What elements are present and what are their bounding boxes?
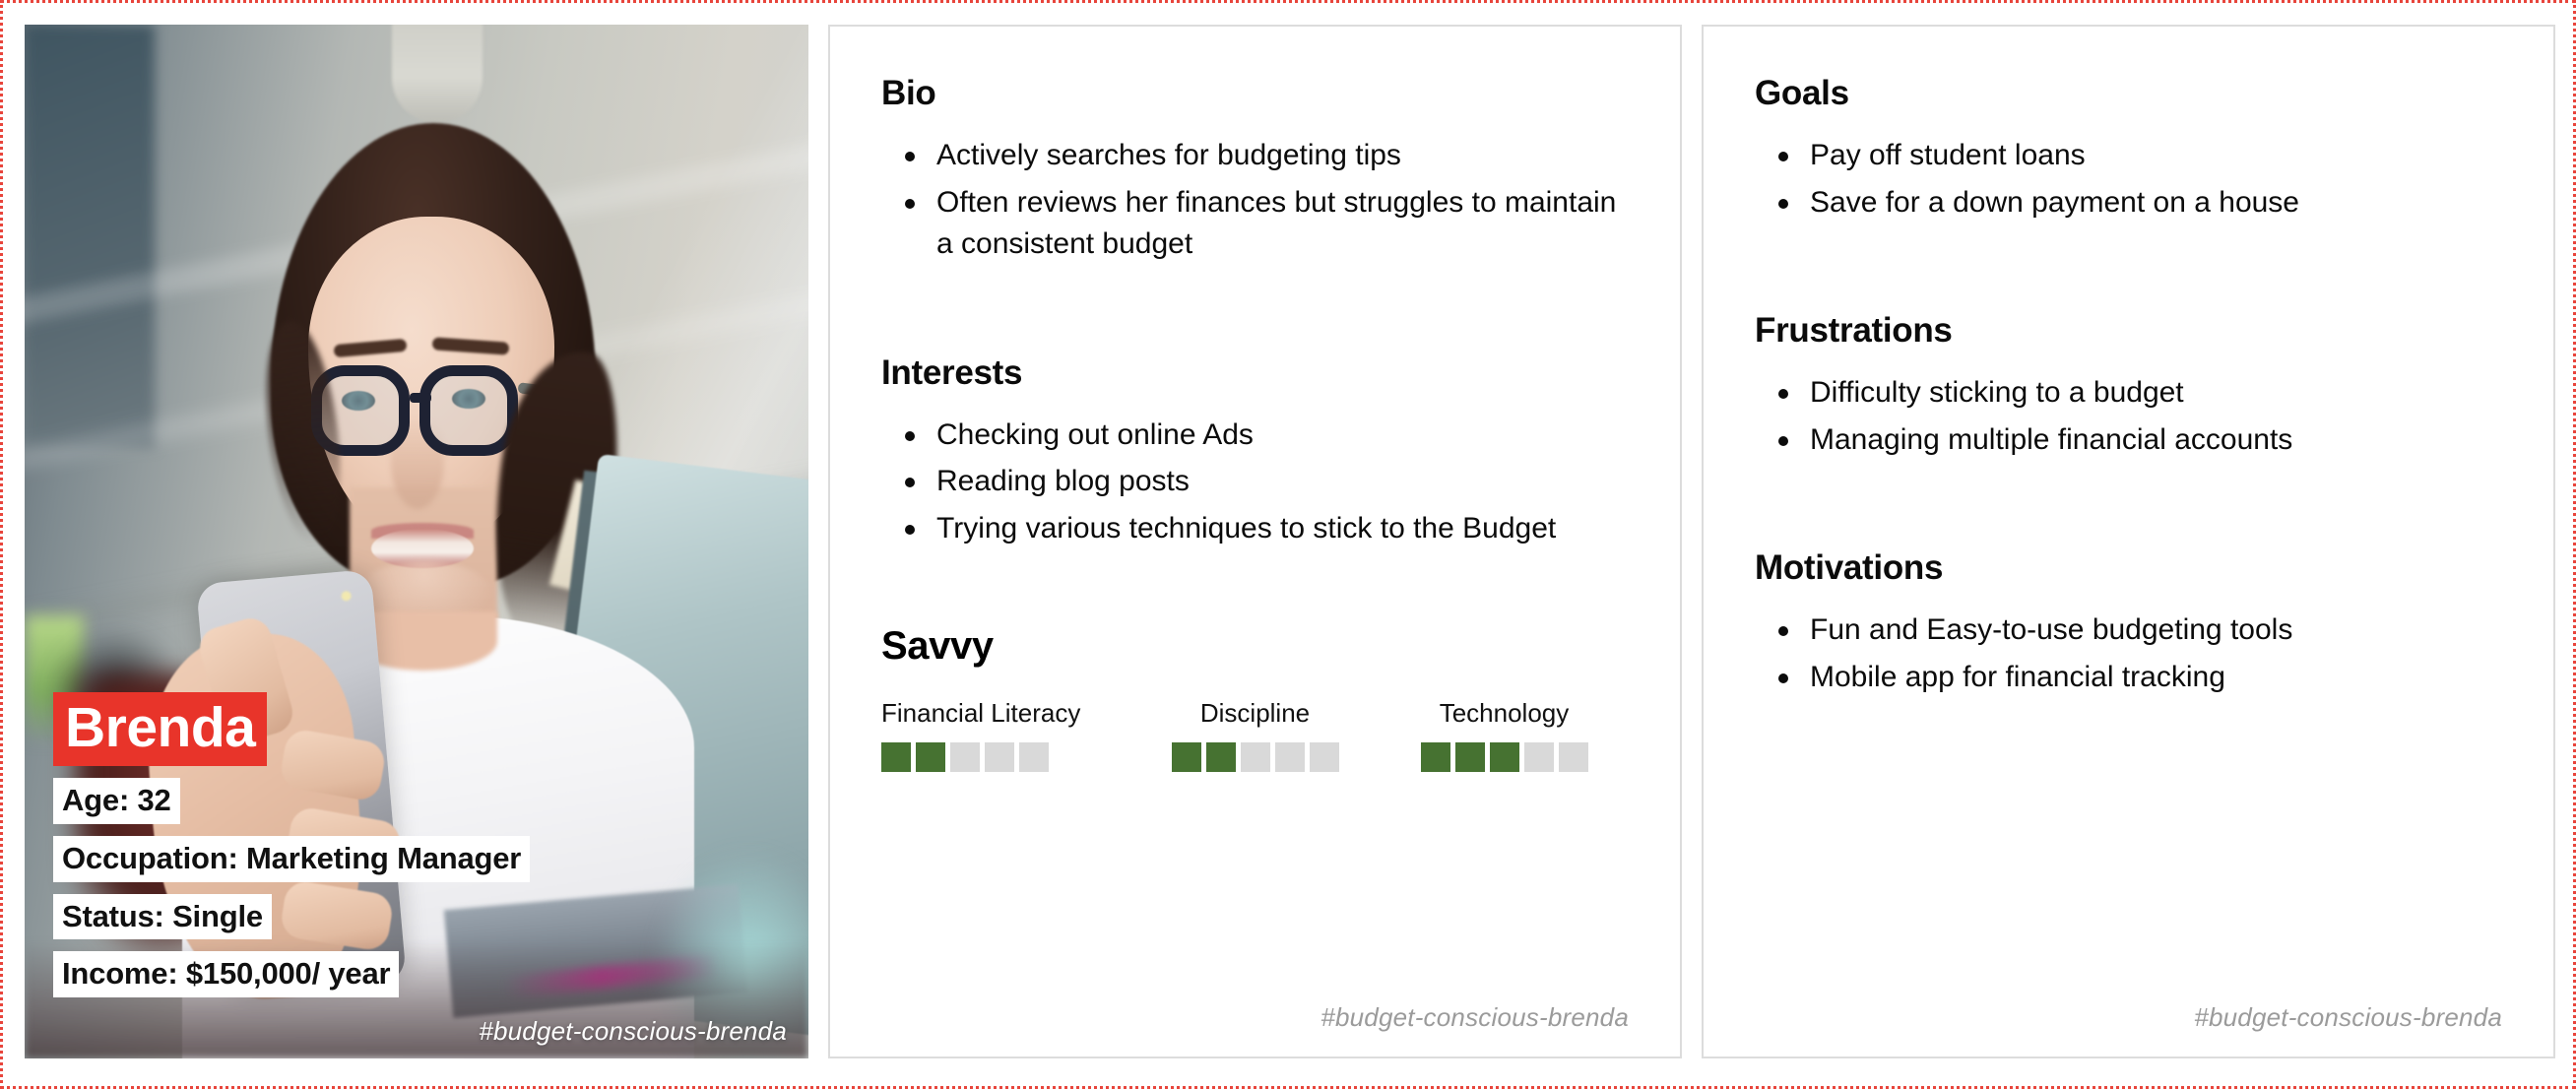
savvy-metric-technology: Technology bbox=[1380, 698, 1629, 772]
persona-status: Status: Single bbox=[53, 893, 272, 940]
interests-section: Interests Checking out online Ads Readin… bbox=[881, 353, 1629, 555]
frustrations-list: Difficulty sticking to a budget Managing… bbox=[1755, 372, 2502, 461]
bio-section: Bio Actively searches for budgeting tips… bbox=[881, 74, 1629, 271]
meter-pip-filled bbox=[1171, 741, 1201, 772]
meter-pip-filled bbox=[881, 741, 911, 772]
meter-pip-empty bbox=[1558, 741, 1588, 772]
list-item: Often reviews her finances but struggles… bbox=[881, 182, 1629, 266]
list-item: Pay off student loans bbox=[1755, 135, 2502, 177]
persona-photo-panel: Brenda Age: 32 Occupation: Marketing Man… bbox=[25, 25, 808, 1058]
persona-board: Brenda Age: 32 Occupation: Marketing Man… bbox=[0, 0, 2576, 1089]
bio-list: Actively searches for budgeting tips Oft… bbox=[881, 135, 1629, 266]
meter-pip-empty bbox=[950, 741, 980, 772]
smartphone-glint bbox=[341, 590, 353, 602]
ceiling-lamp bbox=[392, 25, 483, 123]
interests-list: Checking out online Ads Reading blog pos… bbox=[881, 415, 1629, 550]
card-hashtag: #budget-conscious-brenda bbox=[1320, 1002, 1629, 1032]
photo-hashtag: #budget-conscious-brenda bbox=[479, 1016, 787, 1046]
savvy-meter bbox=[881, 741, 1049, 772]
photo-wall-panel bbox=[25, 25, 155, 448]
goals-title: Goals bbox=[1755, 74, 1849, 112]
meter-pip-empty bbox=[985, 741, 1014, 772]
meter-pip-empty bbox=[1523, 741, 1554, 772]
list-item: Trying various techniques to stick to th… bbox=[881, 508, 1629, 550]
list-item: Difficulty sticking to a budget bbox=[1755, 372, 2502, 415]
persona-income: Income: $150,000/ year bbox=[53, 951, 400, 997]
savvy-metric-financial-literacy: Financial Literacy bbox=[881, 698, 1130, 772]
savvy-meters: Financial Literacy Discipline Technology bbox=[881, 698, 1629, 772]
list-item: Fun and Easy-to-use budgeting tools bbox=[1755, 609, 2502, 652]
goals-frustrations-motivations-card: Goals Pay off student loans Save for a d… bbox=[1702, 25, 2555, 1058]
persona-age: Age: 32 bbox=[53, 778, 180, 825]
meter-pip-filled bbox=[1420, 741, 1450, 772]
persona-name: Brenda bbox=[53, 691, 268, 767]
eyeglasses-lens-right bbox=[419, 365, 518, 456]
list-item: Checking out online Ads bbox=[881, 415, 1629, 457]
list-item: Mobile app for financial tracking bbox=[1755, 657, 2502, 699]
meter-pip-filled bbox=[1205, 741, 1236, 772]
list-item: Reading blog posts bbox=[881, 461, 1629, 503]
meter-pip-empty bbox=[1019, 741, 1049, 772]
meter-pip-filled bbox=[916, 741, 945, 772]
meter-pip-empty bbox=[1240, 741, 1270, 772]
motivations-section: Motivations Fun and Easy-to-use budgetin… bbox=[1755, 548, 2502, 703]
savvy-section: Savvy Financial Literacy Discipline Tech… bbox=[881, 624, 1629, 772]
goals-section: Goals Pay off student loans Save for a d… bbox=[1755, 74, 2502, 228]
savvy-metric-label: Technology bbox=[1439, 697, 1570, 728]
meter-pip-filled bbox=[1489, 741, 1519, 772]
list-item: Save for a down payment on a house bbox=[1755, 182, 2502, 224]
persona-identity-overlay: Brenda Age: 32 Occupation: Marketing Man… bbox=[53, 691, 531, 997]
frustrations-title: Frustrations bbox=[1755, 311, 1953, 351]
meter-pip-empty bbox=[1309, 741, 1339, 772]
persona-occupation: Occupation: Marketing Manager bbox=[53, 836, 531, 882]
savvy-meter bbox=[1420, 741, 1588, 772]
bio-title: Bio bbox=[881, 74, 936, 112]
goals-list: Pay off student loans Save for a down pa… bbox=[1755, 135, 2502, 224]
savvy-title: Savvy bbox=[881, 623, 994, 668]
savvy-metric-discipline: Discipline bbox=[1130, 698, 1380, 772]
savvy-metric-label: Financial Literacy bbox=[881, 697, 1081, 728]
meter-pip-filled bbox=[1454, 741, 1485, 772]
card-hashtag: #budget-conscious-brenda bbox=[2194, 1002, 2502, 1032]
bio-interests-savvy-card: Bio Actively searches for budgeting tips… bbox=[828, 25, 1682, 1058]
eyeglasses-bridge bbox=[410, 393, 431, 403]
list-item: Managing multiple financial accounts bbox=[1755, 419, 2502, 462]
motivations-title: Motivations bbox=[1755, 548, 1944, 588]
interests-title: Interests bbox=[881, 352, 1023, 392]
motivations-list: Fun and Easy-to-use budgeting tools Mobi… bbox=[1755, 609, 2502, 698]
meter-pip-empty bbox=[1274, 741, 1305, 772]
list-item: Actively searches for budgeting tips bbox=[881, 135, 1629, 177]
frustrations-section: Frustrations Difficulty sticking to a bu… bbox=[1755, 311, 2502, 466]
savvy-meter bbox=[1171, 741, 1339, 772]
savvy-metric-label: Discipline bbox=[1199, 697, 1311, 728]
